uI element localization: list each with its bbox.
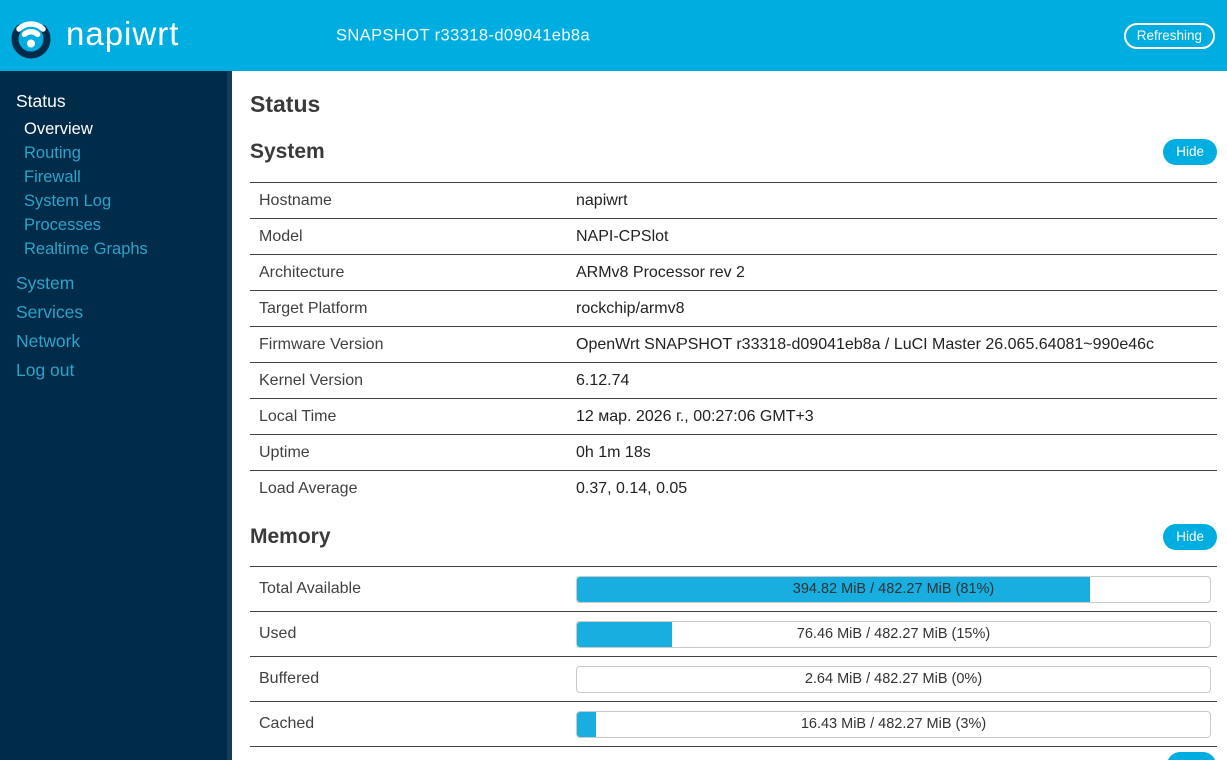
- row-label: Firmware Version: [259, 335, 384, 353]
- progressbar-wrap: 2.64 MiB / 482.27 MiB (0%): [576, 665, 1211, 693]
- section-system: System Hide Hostname napiwrt Model NAPI-CPS…: [250, 137, 1217, 506]
- sidebar-group-status[interactable]: Status: [0, 88, 232, 117]
- row-label: Total Available: [259, 580, 361, 597]
- page-title: Status: [250, 91, 321, 117]
- memory-table: Total Available 394.82 MiB / 482.27 MiB (…: [250, 566, 1217, 747]
- main-content: Status System Hide Hostname napiwrt Model N…: [232, 71, 1227, 747]
- memory-section-title: Memory: [250, 525, 331, 548]
- sidebar-item-services[interactable]: Services: [0, 299, 232, 328]
- progressbar-wrap: 394.82 MiB / 482.27 MiB (81%): [576, 575, 1211, 603]
- row-label: Cached: [259, 715, 315, 732]
- row-value: OpenWrt SNAPSHOT r33318-d09041eb8a / LuC…: [576, 335, 1155, 353]
- progressbar-text: 2.64 MiB / 482.27 MiB (0%): [804, 670, 983, 687]
- row-label: Hostname: [259, 191, 332, 209]
- memory-section-header: Memory Hide: [250, 522, 1217, 552]
- progressbar-wrap: 16.43 MiB / 482.27 MiB (3%): [576, 710, 1211, 738]
- sidebar-item-system[interactable]: System: [0, 270, 232, 299]
- table-row-architecture: Architecture ARMv8 Processor rev 2: [250, 254, 1217, 290]
- row-value: rockchip/armv8: [576, 299, 685, 317]
- row-label: Target Platform: [259, 299, 368, 317]
- sidebar-item-log-out[interactable]: Log out: [0, 357, 232, 386]
- system-section-header: System Hide: [250, 137, 1217, 167]
- table-row-local-time: Local Time 12 мар. 2026 г., 00:27:06 GMT+…: [250, 398, 1217, 434]
- memory-progressbar: 76.46 MiB / 482.27 MiB (15%): [576, 620, 1211, 648]
- progressbar-text: 76.46 MiB / 482.27 MiB (15%): [796, 625, 991, 642]
- sidebar-item-firewall[interactable]: Firewall: [0, 165, 232, 189]
- row-label: Buffered: [259, 670, 320, 687]
- row-label: Used: [259, 625, 297, 642]
- row-value: NAPI-CPSlot: [576, 227, 669, 245]
- row-label: Kernel Version: [259, 371, 364, 389]
- section-memory: Memory Hide Total Available 394.82 MiB / …: [250, 522, 1217, 747]
- memory-row-buffered: Buffered 2.64 MiB / 482.27 MiB (0%): [250, 656, 1217, 701]
- progressbar-text: 16.43 MiB / 482.27 MiB (3%): [800, 715, 987, 732]
- progressbar-wrap: 76.46 MiB / 482.27 MiB (15%): [576, 620, 1211, 648]
- wifi-dot: [27, 39, 35, 47]
- row-value: ARMv8 Processor rev 2: [576, 263, 745, 281]
- sidebar-item-network[interactable]: Network: [0, 328, 232, 357]
- row-value: 6.12.74: [576, 371, 630, 389]
- table-row-hostname: Hostname napiwrt: [250, 182, 1217, 218]
- sidebar-item-routing[interactable]: Routing: [0, 141, 232, 165]
- sidebar-item-system-log[interactable]: System Log: [0, 189, 232, 213]
- system-table: Hostname napiwrt Model NAPI-CPSlot Architect…: [250, 182, 1217, 506]
- memory-hide-button[interactable]: Hide: [1163, 523, 1217, 551]
- table-row-firmware-version: Firmware Version OpenWrt SNAPSHOT r33318-…: [250, 326, 1217, 362]
- sidebar-item-realtime-graphs[interactable]: Realtime Graphs: [0, 237, 232, 261]
- row-label: Local Time: [259, 407, 337, 425]
- memory-progressbar: 16.43 MiB / 482.27 MiB (3%): [576, 710, 1211, 738]
- memory-row-cached: Cached 16.43 MiB / 482.27 MiB (3%): [250, 701, 1217, 746]
- header-version-title: SNAPSHOT r33318-d09041eb8a: [336, 26, 591, 44]
- table-row-load-average: Load Average 0.37, 0.14, 0.05: [250, 470, 1217, 506]
- sidebar-item-processes[interactable]: Processes: [0, 213, 232, 237]
- table-row-model: Model NAPI-CPSlot: [250, 218, 1217, 254]
- progressbar-text: 394.82 MiB / 482.27 MiB (81%): [792, 580, 995, 597]
- table-row-kernel-version: Kernel Version 6.12.74: [250, 362, 1217, 398]
- row-label: Model: [259, 227, 303, 245]
- wifi-inner-arc: [21, 28, 41, 37]
- row-label: Architecture: [259, 263, 345, 281]
- sidebar-item-overview[interactable]: Overview: [0, 117, 232, 141]
- row-value: 12 мар. 2026 г., 00:27:06 GMT+3: [576, 407, 814, 425]
- memory-row-used: Used 76.46 MiB / 482.27 MiB (15%): [250, 611, 1217, 656]
- wifi-outer-arc: [16, 20, 46, 32]
- row-value: napiwrt: [576, 191, 628, 209]
- brand-name: napiwrt: [66, 15, 180, 52]
- memory-progressbar: 394.82 MiB / 482.27 MiB (81%): [576, 575, 1211, 603]
- system-hide-button[interactable]: Hide: [1163, 138, 1217, 166]
- brand[interactable]: napiwrt: [0, 10, 179, 62]
- next-section-hide-button[interactable]: [1167, 752, 1216, 760]
- row-value: 0h 1m 18s: [576, 443, 651, 461]
- row-label: Uptime: [259, 443, 310, 461]
- row-value: 0.37, 0.14, 0.05: [576, 479, 688, 497]
- memory-progressbar: 2.64 MiB / 482.27 MiB (0%): [576, 665, 1211, 693]
- table-row-target-platform: Target Platform rockchip/armv8: [250, 290, 1217, 326]
- system-section-title: System: [250, 140, 325, 163]
- header: napiwrt SNAPSHOT r33318-d09041eb8a Refre…: [0, 0, 1227, 71]
- sidebar: Status Overview Routing Firewall System Log P…: [0, 71, 232, 760]
- memory-row-total-available: Total Available 394.82 MiB / 482.27 MiB (…: [250, 566, 1217, 611]
- brand-logo-icon: [11, 19, 51, 58]
- table-row-uptime: Uptime 0h 1m 18s: [250, 434, 1217, 470]
- refreshing-indicator[interactable]: Refreshing: [1123, 23, 1215, 50]
- row-label: Load Average: [259, 479, 358, 497]
